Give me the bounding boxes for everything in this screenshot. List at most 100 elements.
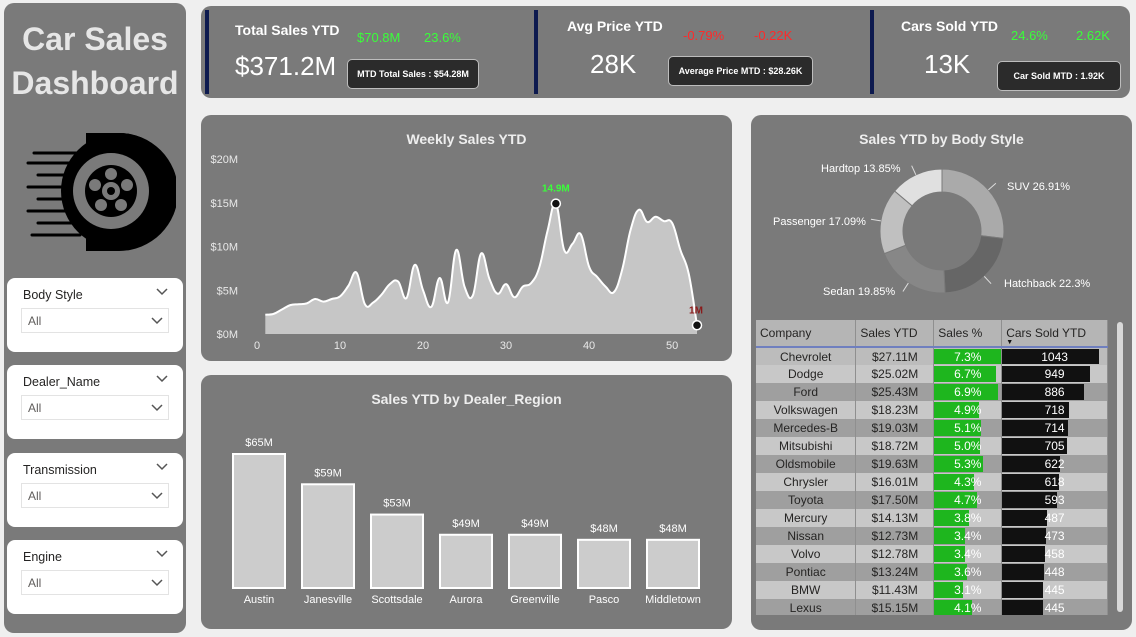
table-row[interactable]: Toyota $17.50M 4.7% 593 xyxy=(756,491,1108,509)
slice-label: Hatchback 22.3% xyxy=(1004,278,1090,290)
sales-pct-value: 3.4% xyxy=(954,547,982,561)
category-label: Pasco xyxy=(589,594,620,606)
cars-sold-value: 487 xyxy=(1044,511,1065,525)
table-row[interactable]: Pontiac $13.24M 3.6% 448 xyxy=(756,563,1108,581)
cars-sold-cell: 1043 xyxy=(1001,347,1108,365)
cars-sold-cell: 718 xyxy=(1001,401,1108,419)
table-row[interactable]: Chrysler $16.01M 4.3% 618 xyxy=(756,473,1108,491)
table-row[interactable]: Ford $25.43M 6.9% 886 xyxy=(756,383,1108,401)
y-tick-label: $10M xyxy=(210,242,238,254)
kpi-mtd-chip: Car Sold MTD : 1.92K xyxy=(997,61,1121,91)
sales-pct-cell: 4.3% xyxy=(933,473,1003,491)
cars-sold-bar xyxy=(1002,528,1046,544)
dashboard-title-line1: Car Sales xyxy=(22,21,168,57)
cars-sold-bar xyxy=(1002,600,1044,615)
chevron-down-icon[interactable] xyxy=(155,548,169,560)
cars-sold-cell: 445 xyxy=(1001,599,1108,615)
filter-dropdown[interactable]: All xyxy=(21,483,169,508)
table-row[interactable]: Oldsmobile $19.63M 5.3% 622 xyxy=(756,455,1108,473)
filter-dropdown[interactable]: All xyxy=(21,308,169,333)
table-row[interactable]: Chevrolet $27.11M 7.3% 1043 xyxy=(756,347,1108,365)
x-tick-label: 0 xyxy=(254,340,260,352)
table-row[interactable]: Volkswagen $18.23M 4.9% 718 xyxy=(756,401,1108,419)
company-cell: Volvo xyxy=(756,545,857,563)
company-cell: Lexus xyxy=(756,599,857,615)
bar xyxy=(301,483,355,589)
table-row[interactable]: BMW $11.43M 3.1% 445 xyxy=(756,581,1108,599)
kpi-delta-amount: $70.8M xyxy=(357,30,401,45)
chevron-down-icon[interactable] xyxy=(155,286,169,298)
bar xyxy=(508,533,562,589)
table-row[interactable]: Dodge $25.02M 6.7% 949 xyxy=(756,365,1108,383)
company-cell: Volkswagen xyxy=(756,401,857,419)
sales-pct-cell: 7.3% xyxy=(933,347,1003,365)
table-row[interactable]: Nissan $12.73M 3.4% 473 xyxy=(756,527,1108,545)
chevron-down-icon xyxy=(151,404,163,412)
company-cell: Mercury xyxy=(756,509,857,527)
bar xyxy=(646,538,700,589)
cars-sold-cell: 618 xyxy=(1001,473,1108,491)
table-row[interactable]: Mercedes-B $19.03M 5.1% 714 xyxy=(756,419,1108,437)
sales-ytd-cell: $25.02M xyxy=(855,365,935,383)
table-row[interactable]: Lexus $15.15M 4.1% 445 xyxy=(756,599,1108,615)
data-point-marker xyxy=(691,320,703,331)
x-tick-label: 40 xyxy=(583,340,595,352)
column-header-sales-pct[interactable]: Sales % xyxy=(933,320,1003,348)
sales-pct-value: 6.9% xyxy=(954,385,982,399)
category-label: Greenville xyxy=(510,594,560,606)
cars-sold-value: 714 xyxy=(1044,421,1065,435)
filter-dropdown[interactable]: All xyxy=(21,395,169,420)
chevron-down-icon[interactable] xyxy=(155,373,169,385)
cars-sold-value: 949 xyxy=(1044,367,1065,381)
table-row[interactable]: Mercury $14.13M 3.8% 487 xyxy=(756,509,1108,527)
company-table: Company Sales YTD Sales % Cars Sold YTD ▼… xyxy=(756,320,1108,615)
cars-sold-cell: 886 xyxy=(1001,383,1108,401)
sales-ytd-cell: $14.13M xyxy=(855,509,935,527)
column-header-label: Cars Sold YTD xyxy=(1006,326,1087,340)
sales-ytd-cell: $19.03M xyxy=(855,419,935,437)
bar xyxy=(577,538,631,589)
company-cell: Dodge xyxy=(756,365,857,383)
bar xyxy=(232,453,286,589)
filter-dropdown[interactable]: All xyxy=(21,570,169,595)
cars-sold-value: 705 xyxy=(1044,439,1065,453)
column-header-cars-sold[interactable]: Cars Sold YTD ▼ xyxy=(1001,320,1108,348)
y-tick-label: $15M xyxy=(210,198,238,210)
kpi-total-sales: Total Sales YTD $371.2M $70.8M 23.6% MTD… xyxy=(205,8,525,96)
table-row[interactable]: Volvo $12.78M 3.4% 458 xyxy=(756,545,1108,563)
sales-pct-value: 5.3% xyxy=(954,457,982,471)
filter-label: Body Style xyxy=(23,288,83,302)
slice-label: SUV 26.91% xyxy=(1007,181,1070,193)
data-point-marker xyxy=(550,198,562,209)
table-row[interactable]: Mitsubishi $18.72M 5.0% 705 xyxy=(756,437,1108,455)
category-label: Scottsdale xyxy=(371,594,422,606)
sales-pct-value: 4.9% xyxy=(954,403,982,417)
cars-sold-bar xyxy=(1002,510,1048,526)
donut-slice xyxy=(941,168,1005,239)
y-tick-label: $5M xyxy=(217,285,238,297)
cars-sold-cell: 458 xyxy=(1001,545,1108,563)
sales-pct-cell: 3.4% xyxy=(933,527,1003,545)
filter-engine: Engine All xyxy=(7,540,183,614)
cars-sold-value: 473 xyxy=(1044,529,1065,543)
x-tick-label: 20 xyxy=(417,340,429,352)
sort-descending-icon: ▼ xyxy=(1006,339,1014,346)
cars-sold-value: 448 xyxy=(1044,565,1065,579)
chevron-down-icon[interactable] xyxy=(155,461,169,473)
y-tick-label: $0M xyxy=(217,329,238,341)
body-style-panel: Sales YTD by Body Style SUV 26.91% Hatchb… xyxy=(751,115,1132,630)
y-tick-label: $20M xyxy=(210,154,238,166)
filter-label: Dealer_Name xyxy=(23,375,101,389)
table-scrollbar[interactable] xyxy=(1117,322,1123,612)
data-label: $48M xyxy=(659,523,687,535)
kpi-accent-bar xyxy=(534,10,538,94)
kpi-delta-percent: 23.6% xyxy=(424,30,461,45)
chevron-down-icon xyxy=(151,317,163,325)
filter-value: All xyxy=(28,576,42,590)
column-header-company[interactable]: Company xyxy=(756,320,857,348)
filter-label: Transmission xyxy=(23,463,97,477)
car-wheel-speed-icon xyxy=(26,133,176,251)
column-header-sales-ytd[interactable]: Sales YTD xyxy=(855,320,935,348)
sales-ytd-cell: $16.01M xyxy=(855,473,935,491)
sales-pct-cell: 3.8% xyxy=(933,509,1003,527)
